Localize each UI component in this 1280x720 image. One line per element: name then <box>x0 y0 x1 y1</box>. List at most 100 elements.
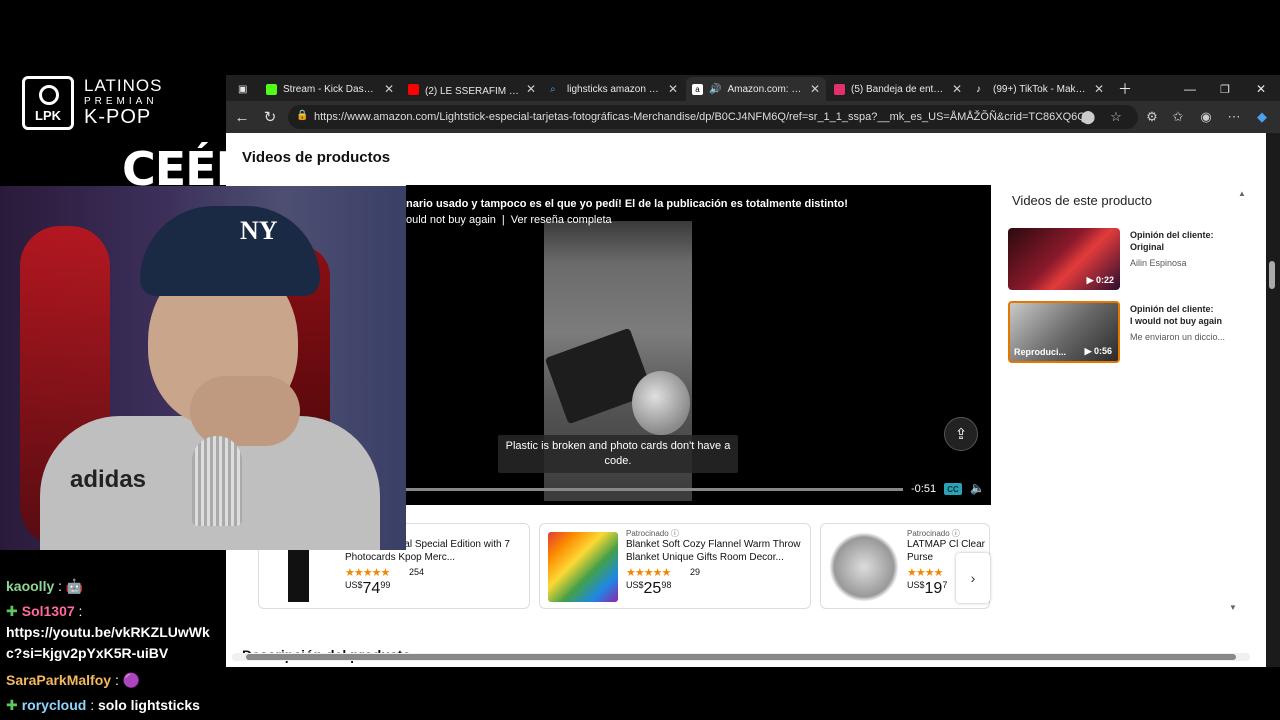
extensions-puzzle-icon[interactable]: ⚙ <box>1142 107 1162 127</box>
chat-message: kaoolly : 🤖 <box>6 576 83 597</box>
back-arrow-icon[interactable]: ← <box>232 107 252 127</box>
product-price: US$7499 <box>345 580 390 598</box>
logo-mark-text: LPK <box>35 108 61 123</box>
product-videos-panel: Videos de este producto ▶ 0:22 Opinión d… <box>996 185 1251 615</box>
more-options-icon[interactable]: ⋯ <box>1224 107 1244 127</box>
refresh-icon[interactable]: ↻ <box>260 107 280 127</box>
address-bar: ← ↻ 🔒 https://www.amazon.com/Lightstick-… <box>226 101 1280 133</box>
chat-username[interactable]: SaraParkMalfoy <box>6 672 111 688</box>
subscriber-badge-icon: ✚ <box>6 603 18 619</box>
page-heading: Videos de productos <box>242 149 391 166</box>
close-icon[interactable]: ✕ <box>810 82 820 96</box>
profile-avatar-icon[interactable]: ◉ <box>1196 107 1216 127</box>
subscriber-badge-icon: ✚ <box>6 697 18 713</box>
chat-username[interactable]: kaoolly <box>6 578 54 594</box>
chat-separator: : <box>54 578 63 594</box>
review-count[interactable]: 29 <box>690 567 700 577</box>
restore-icon[interactable]: ❐ <box>1214 77 1238 101</box>
video-meta-1[interactable]: Opinión del cliente: Original Ailin Espi… <box>1130 229 1245 269</box>
volume-icon[interactable]: 🔈 <box>970 481 985 495</box>
stream-chat: kaoolly : 🤖 ✚ Sol1307 : https://youtu.be/… <box>0 574 226 720</box>
star-rating: ★★★★★ <box>626 567 671 579</box>
vertical-scrollbar[interactable] <box>1266 133 1280 667</box>
tab-instagram[interactable]: (5) Bandeja de entrada ✕ <box>828 77 968 101</box>
tab-amazon[interactable]: a 🔊 Amazon.com: Say ✕ <box>686 77 826 101</box>
price-fraction: 99 <box>380 580 391 590</box>
close-icon[interactable]: ✕ <box>384 82 394 96</box>
minimize-icon[interactable]: — <box>1178 77 1202 101</box>
share-button[interactable]: ⇪ <box>944 417 978 451</box>
video-duration: ▶ 0:22 <box>1086 275 1114 285</box>
window-close-icon[interactable]: ✕ <box>1250 77 1274 101</box>
channel-logo: LPK LATINOS PREMIAN K-POP <box>20 76 220 132</box>
review-rating-text: ould not buy again <box>406 214 496 226</box>
favorites-icon[interactable]: ✩ <box>1168 107 1188 127</box>
tab-youtube[interactable]: (2) LE SSERAFIM (르세라 ✕ <box>402 77 542 101</box>
video-title: I would not buy again <box>1130 316 1222 326</box>
chevron-right-icon[interactable]: › <box>956 553 990 603</box>
close-icon[interactable]: ✕ <box>1094 82 1104 96</box>
youtube-icon <box>408 83 419 95</box>
tab-label: Amazon.com: Say <box>727 83 804 95</box>
chat-username[interactable]: rorycloud <box>22 697 87 713</box>
chat-username[interactable]: Sol1307 <box>22 603 75 619</box>
video-thumbnail-1[interactable]: ▶ 0:22 <box>1008 228 1120 290</box>
review-count[interactable]: 254 <box>409 567 424 577</box>
panel-scroll-down-icon[interactable]: ▼ <box>1229 603 1237 612</box>
url-input[interactable]: 🔒 https://www.amazon.com/Lightstick-espe… <box>288 105 1138 129</box>
cap-logo: NY <box>240 216 278 245</box>
video-player[interactable]: nario usado y tampoco es el que yo pedí!… <box>406 185 991 505</box>
logo-line-3: K-POP <box>84 106 152 128</box>
lock-icon[interactable]: 🔒 <box>296 110 308 121</box>
close-icon[interactable]: ✕ <box>526 82 536 96</box>
review-title: nario usado y tampoco es el que yo pedí!… <box>406 198 848 210</box>
tab-actions-icon[interactable]: ▣ <box>232 77 254 101</box>
video-meta-2[interactable]: Opinión del cliente: I would not buy aga… <box>1130 303 1245 343</box>
extension-icon[interactable]: ⬤ <box>1078 107 1098 127</box>
video-progress-bar[interactable] <box>406 488 903 491</box>
speaker-icon[interactable]: 🔊 <box>709 84 721 95</box>
tab-tiktok[interactable]: ♪ (99+) TikTok - Make Yo ✕ <box>970 77 1110 101</box>
close-icon[interactable]: ✕ <box>668 82 678 96</box>
new-tab-button[interactable]: ＋ <box>1112 77 1136 101</box>
horizontal-scrollbar[interactable] <box>232 653 1250 661</box>
price-currency: US$ <box>345 580 363 590</box>
tab-label: (99+) TikTok - Make Yo <box>993 83 1088 95</box>
logo-line-1: LATINOS <box>84 76 163 95</box>
chat-separator: : <box>74 603 83 619</box>
video-thumbnail-2[interactable]: Reproduci... ▶ 0:56 <box>1008 301 1120 363</box>
close-icon[interactable]: ✕ <box>952 82 962 96</box>
url-text: https://www.amazon.com/Lightstick-especi… <box>314 111 1096 123</box>
sponsored-card-2[interactable]: Patrocinado ⓘ Blanket Soft Cozy Flannel … <box>539 523 811 609</box>
closed-captions-button[interactable]: CC <box>944 483 962 495</box>
disc-icon <box>39 85 59 105</box>
price-whole: 19 <box>924 580 943 597</box>
product-image[interactable] <box>829 532 899 602</box>
copilot-icon[interactable]: ◆ <box>1252 107 1272 127</box>
chat-text: 🤖 <box>65 578 84 594</box>
product-title[interactable]: Blanket Soft Cozy Flannel Warm Throw Bla… <box>626 538 806 564</box>
lpk-logo-mark: LPK <box>22 76 74 130</box>
view-full-review-link[interactable]: Ver reseña completa <box>511 214 612 226</box>
microphone-icon <box>192 436 242 526</box>
tab-label: lighsticks amazon - Bús <box>567 83 662 95</box>
favorite-star-icon[interactable]: ☆ <box>1106 107 1126 127</box>
side-panel-title: Videos de este producto <box>1012 193 1152 208</box>
panel-scroll-up-icon[interactable]: ▲ <box>1238 189 1246 198</box>
kick-icon <box>266 83 277 95</box>
chat-separator: : <box>86 697 95 713</box>
price-currency: US$ <box>907 580 925 590</box>
tiktok-icon: ♪ <box>976 83 981 95</box>
tab-label: (5) Bandeja de entrada <box>851 83 946 95</box>
chat-message: SaraParkMalfoy : 🟣 <box>6 670 140 691</box>
search-icon: ⌕ <box>550 83 556 95</box>
star-rating: ★★★★ <box>907 567 943 579</box>
product-image[interactable] <box>548 532 618 602</box>
chat-message: ✚ Sol1307 : https://youtu.be/vkRKZLUwWkc?… <box>6 601 222 664</box>
tab-search[interactable]: ⌕ lighsticks amazon - Bús ✕ <box>544 77 684 101</box>
video-kind: Opinión del cliente: <box>1130 304 1214 314</box>
chat-text[interactable]: https://youtu.be/vkRKZLUwWkc?si=kjgv2pYx… <box>6 624 210 661</box>
tab-kick[interactable]: Stream - Kick Dashboard ✕ <box>260 77 400 101</box>
chat-text: solo lightsticks <box>97 697 200 713</box>
tab-label: (2) LE SSERAFIM (르세라 <box>425 85 520 97</box>
